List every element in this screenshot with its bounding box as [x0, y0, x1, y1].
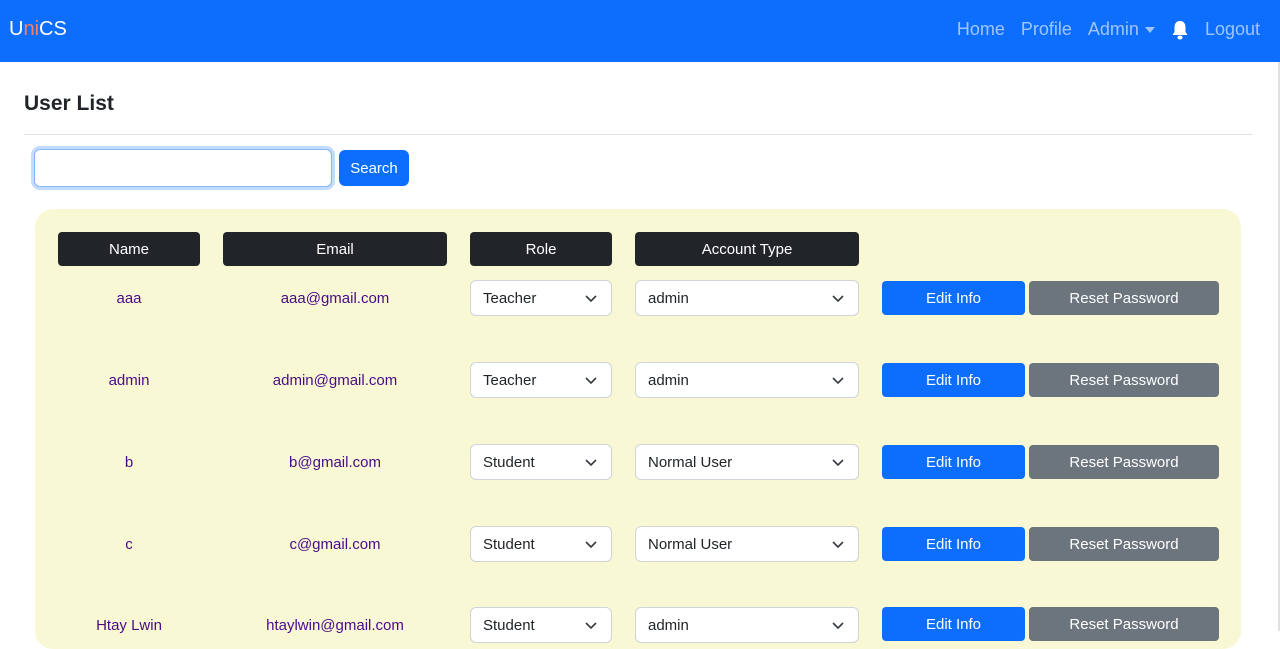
chevron-down-icon — [832, 377, 844, 385]
top-navbar: UniCS Home Profile Admin Logout — [0, 0, 1280, 62]
edit-info-button[interactable]: Edit Info — [882, 281, 1025, 315]
edit-info-button[interactable]: Edit Info — [882, 445, 1025, 479]
account-type-select[interactable]: Normal User — [635, 444, 859, 480]
chevron-down-icon — [585, 541, 597, 549]
header-name: Name — [58, 232, 200, 266]
user-name-cell: aaa — [116, 289, 142, 307]
role-select-value: Student — [483, 535, 535, 553]
edit-info-button[interactable]: Edit Info — [882, 527, 1025, 561]
nav-links: Home Profile Admin Logout — [957, 19, 1260, 40]
header-email: Email — [223, 232, 447, 266]
role-select[interactable]: Student — [470, 444, 612, 480]
account-type-select-value: admin — [648, 289, 689, 307]
header-account-type: Account Type — [635, 232, 859, 266]
bell-icon[interactable] — [1171, 20, 1189, 40]
header-role: Role — [470, 232, 612, 266]
role-select[interactable]: Student — [470, 607, 612, 643]
caret-down-icon — [1144, 26, 1155, 33]
role-select[interactable]: Teacher — [470, 280, 612, 316]
user-email-cell: c@gmail.com — [289, 535, 381, 553]
chevron-down-icon — [832, 459, 844, 467]
role-select-value: Teacher — [483, 371, 537, 389]
edit-info-button[interactable]: Edit Info — [882, 363, 1025, 397]
user-name-cell: admin — [108, 371, 150, 389]
user-name-cell: b — [124, 453, 134, 471]
reset-password-button[interactable]: Reset Password — [1029, 363, 1219, 397]
reset-password-button[interactable]: Reset Password — [1029, 445, 1219, 479]
table-row: c c@gmail.com Student Normal User Edit I… — [0, 526, 1280, 562]
brand-logo[interactable]: UniCS — [9, 18, 67, 41]
chevron-down-icon — [585, 295, 597, 303]
brand-letter-u: U — [9, 18, 24, 40]
table-row: Htay Lwin htaylwin@gmail.com Student adm… — [0, 607, 1280, 643]
user-email-cell: b@gmail.com — [289, 453, 381, 471]
table-row: b b@gmail.com Student Normal User Edit I… — [0, 444, 1280, 480]
reset-password-button[interactable]: Reset Password — [1029, 281, 1219, 315]
reset-password-button[interactable]: Reset Password — [1029, 527, 1219, 561]
user-name-cell: Htay Lwin — [96, 616, 162, 634]
user-email-cell: admin@gmail.com — [272, 371, 398, 389]
title-divider — [24, 134, 1252, 135]
table-row: aaa aaa@gmail.com Teacher admin Edit Inf… — [0, 280, 1280, 316]
edit-info-button[interactable]: Edit Info — [882, 607, 1025, 641]
user-email-cell: aaa@gmail.com — [280, 289, 390, 307]
page-title: User List — [24, 92, 114, 115]
role-select[interactable]: Student — [470, 526, 612, 562]
chevron-down-icon — [585, 459, 597, 467]
account-type-select-value: Normal User — [648, 453, 733, 471]
account-type-select[interactable]: admin — [635, 607, 859, 643]
user-email-cell: htaylwin@gmail.com — [266, 616, 404, 634]
account-type-select[interactable]: admin — [635, 280, 859, 316]
reset-password-button[interactable]: Reset Password — [1029, 607, 1219, 641]
chevron-down-icon — [585, 622, 597, 630]
search-button[interactable]: Search — [339, 150, 409, 186]
search-input[interactable] — [34, 149, 332, 187]
nav-home-link[interactable]: Home — [957, 19, 1005, 40]
table-row: admin admin@gmail.com Teacher admin Edit… — [0, 362, 1280, 398]
chevron-down-icon — [832, 622, 844, 630]
chevron-down-icon — [585, 377, 597, 385]
chevron-down-icon — [832, 295, 844, 303]
nav-profile-link[interactable]: Profile — [1021, 19, 1072, 40]
nav-logout-link[interactable]: Logout — [1205, 19, 1260, 40]
nav-admin-dropdown[interactable]: Admin — [1088, 19, 1155, 40]
chevron-down-icon — [832, 541, 844, 549]
brand-letters-ni: ni — [23, 18, 40, 40]
brand-letters-cs: CS — [39, 18, 67, 40]
role-select[interactable]: Teacher — [470, 362, 612, 398]
account-type-select[interactable]: admin — [635, 362, 859, 398]
user-name-cell: c — [125, 535, 133, 553]
account-type-select[interactable]: Normal User — [635, 526, 859, 562]
account-type-select-value: Normal User — [648, 535, 733, 553]
nav-admin-label: Admin — [1087, 19, 1139, 39]
role-select-value: Student — [483, 453, 535, 471]
role-select-value: Teacher — [483, 289, 537, 307]
account-type-select-value: admin — [648, 371, 689, 389]
user-table-panel — [35, 209, 1241, 649]
